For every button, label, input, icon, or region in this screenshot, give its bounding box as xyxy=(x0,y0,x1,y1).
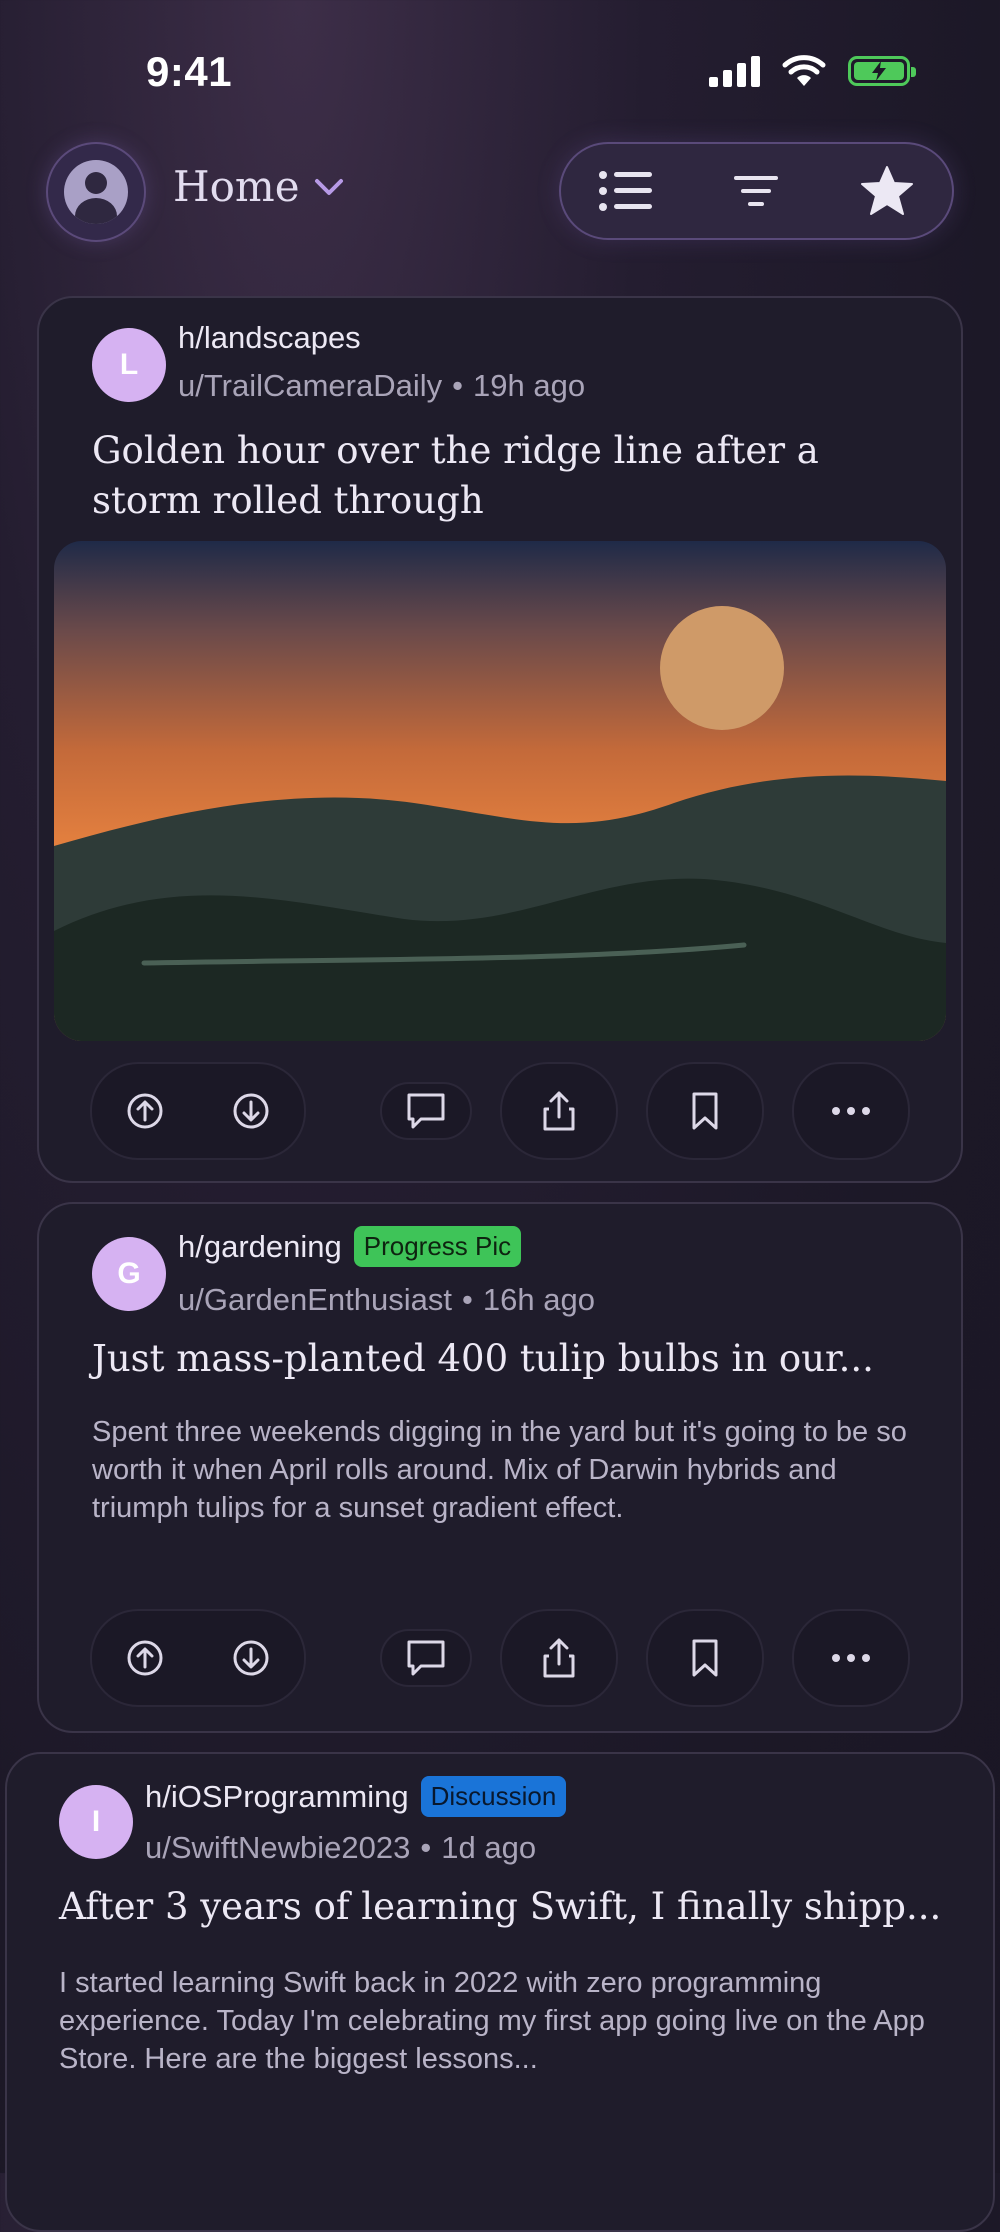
meta-separator: • xyxy=(452,368,463,403)
vote-group xyxy=(90,1062,306,1160)
bookmark-icon xyxy=(692,1092,718,1130)
subreddit-label: h/landscapes xyxy=(178,320,361,355)
feed-label: Home xyxy=(173,162,300,211)
post-flair: Discussion xyxy=(420,1776,567,1817)
list-icon xyxy=(599,171,653,211)
subreddit-avatar: G xyxy=(92,1237,166,1311)
cellular-signal-icon xyxy=(709,55,760,87)
status-time: 9:41 xyxy=(146,48,233,95)
meta-separator: • xyxy=(420,1830,432,1865)
post-body: Spent three weekends digging in the yard… xyxy=(92,1416,907,1524)
comment-button[interactable] xyxy=(380,1629,472,1687)
post-flair: Progress Pic xyxy=(353,1226,522,1267)
post-meta: u/TrailCameraDaily • 19h ago xyxy=(178,368,585,404)
subreddit-name[interactable]: h/landscapes xyxy=(178,320,361,356)
subreddit-name[interactable]: h/gardening Progress Pic xyxy=(178,1226,522,1267)
feed-selector[interactable]: Home xyxy=(173,162,344,211)
downvote-icon xyxy=(233,1093,269,1129)
share-icon xyxy=(543,1638,575,1678)
post-meta: u/SwiftNewbie2023 • 1d ago xyxy=(145,1830,536,1866)
post-card[interactable]: G h/gardening Progress Pic u/GardenEnthu… xyxy=(37,1202,963,1733)
author-name[interactable]: u/GardenEnthusiast xyxy=(178,1282,452,1317)
sort-icon xyxy=(734,176,779,206)
author-name[interactable]: u/TrailCameraDaily xyxy=(178,368,442,403)
list-view-button[interactable] xyxy=(586,151,666,231)
downvote-icon xyxy=(233,1640,269,1676)
more-options-button[interactable] xyxy=(792,1062,910,1160)
share-button[interactable] xyxy=(500,1062,618,1160)
post-title[interactable]: Golden hour over the ridge line after a … xyxy=(92,426,912,526)
downvote-button[interactable] xyxy=(231,1091,271,1131)
post-body: I started learning Swift back in 2022 wi… xyxy=(59,1967,925,2075)
charging-bolt-icon xyxy=(872,61,886,81)
upvote-button[interactable] xyxy=(125,1638,165,1678)
subreddit-avatar: L xyxy=(92,328,166,402)
share-icon xyxy=(543,1091,575,1131)
more-options-button[interactable] xyxy=(792,1609,910,1707)
comment-icon xyxy=(407,1093,445,1129)
upvote-button[interactable] xyxy=(125,1091,165,1131)
post-time: 1d ago xyxy=(441,1830,537,1865)
subreddit-name[interactable]: h/iOSProgramming Discussion xyxy=(145,1776,567,1817)
wifi-icon xyxy=(782,55,826,86)
profile-avatar-button[interactable] xyxy=(46,142,146,242)
bookmark-icon xyxy=(692,1639,718,1677)
landscape-illustration xyxy=(54,541,946,1041)
user-icon xyxy=(64,160,128,224)
post-time: 19h ago xyxy=(473,368,586,403)
vote-group xyxy=(90,1609,306,1707)
post-card[interactable]: I h/iOSProgramming Discussion u/SwiftNew… xyxy=(5,1752,995,2232)
upvote-icon xyxy=(127,1640,163,1676)
meta-separator: • xyxy=(462,1282,473,1317)
upvote-icon xyxy=(127,1093,163,1129)
favorites-button[interactable] xyxy=(847,151,927,231)
subreddit-avatar: I xyxy=(59,1785,133,1859)
status-icons xyxy=(709,54,916,88)
sort-button[interactable] xyxy=(716,151,796,231)
post-card[interactable]: L h/landscapes u/TrailCameraDaily • 19h ag… xyxy=(37,296,963,1183)
post-title[interactable]: Just mass-planted 400 tulip bulbs in our… xyxy=(92,1334,932,1384)
star-icon xyxy=(860,166,913,215)
post-title[interactable]: After 3 years of learning Swift, I final… xyxy=(59,1882,979,1932)
chevron-down-icon xyxy=(314,178,343,195)
save-button[interactable] xyxy=(646,1062,764,1160)
post-time: 16h ago xyxy=(482,1282,595,1317)
comment-button[interactable] xyxy=(380,1082,472,1140)
save-button[interactable] xyxy=(646,1609,764,1707)
post-actions xyxy=(90,1062,910,1160)
subreddit-label: h/iOSProgramming xyxy=(145,1778,409,1814)
author-name[interactable]: u/SwiftNewbie2023 xyxy=(145,1830,410,1865)
header-toolbar xyxy=(559,142,954,240)
comment-icon xyxy=(407,1640,445,1676)
post-image[interactable] xyxy=(54,541,946,1041)
share-button[interactable] xyxy=(500,1609,618,1707)
downvote-button[interactable] xyxy=(231,1638,271,1678)
more-icon xyxy=(832,1107,870,1115)
more-icon xyxy=(832,1654,870,1662)
post-meta: u/GardenEnthusiast • 16h ago xyxy=(178,1282,595,1318)
post-actions xyxy=(90,1609,910,1707)
subreddit-label: h/gardening xyxy=(178,1228,342,1264)
battery-icon xyxy=(848,56,916,86)
